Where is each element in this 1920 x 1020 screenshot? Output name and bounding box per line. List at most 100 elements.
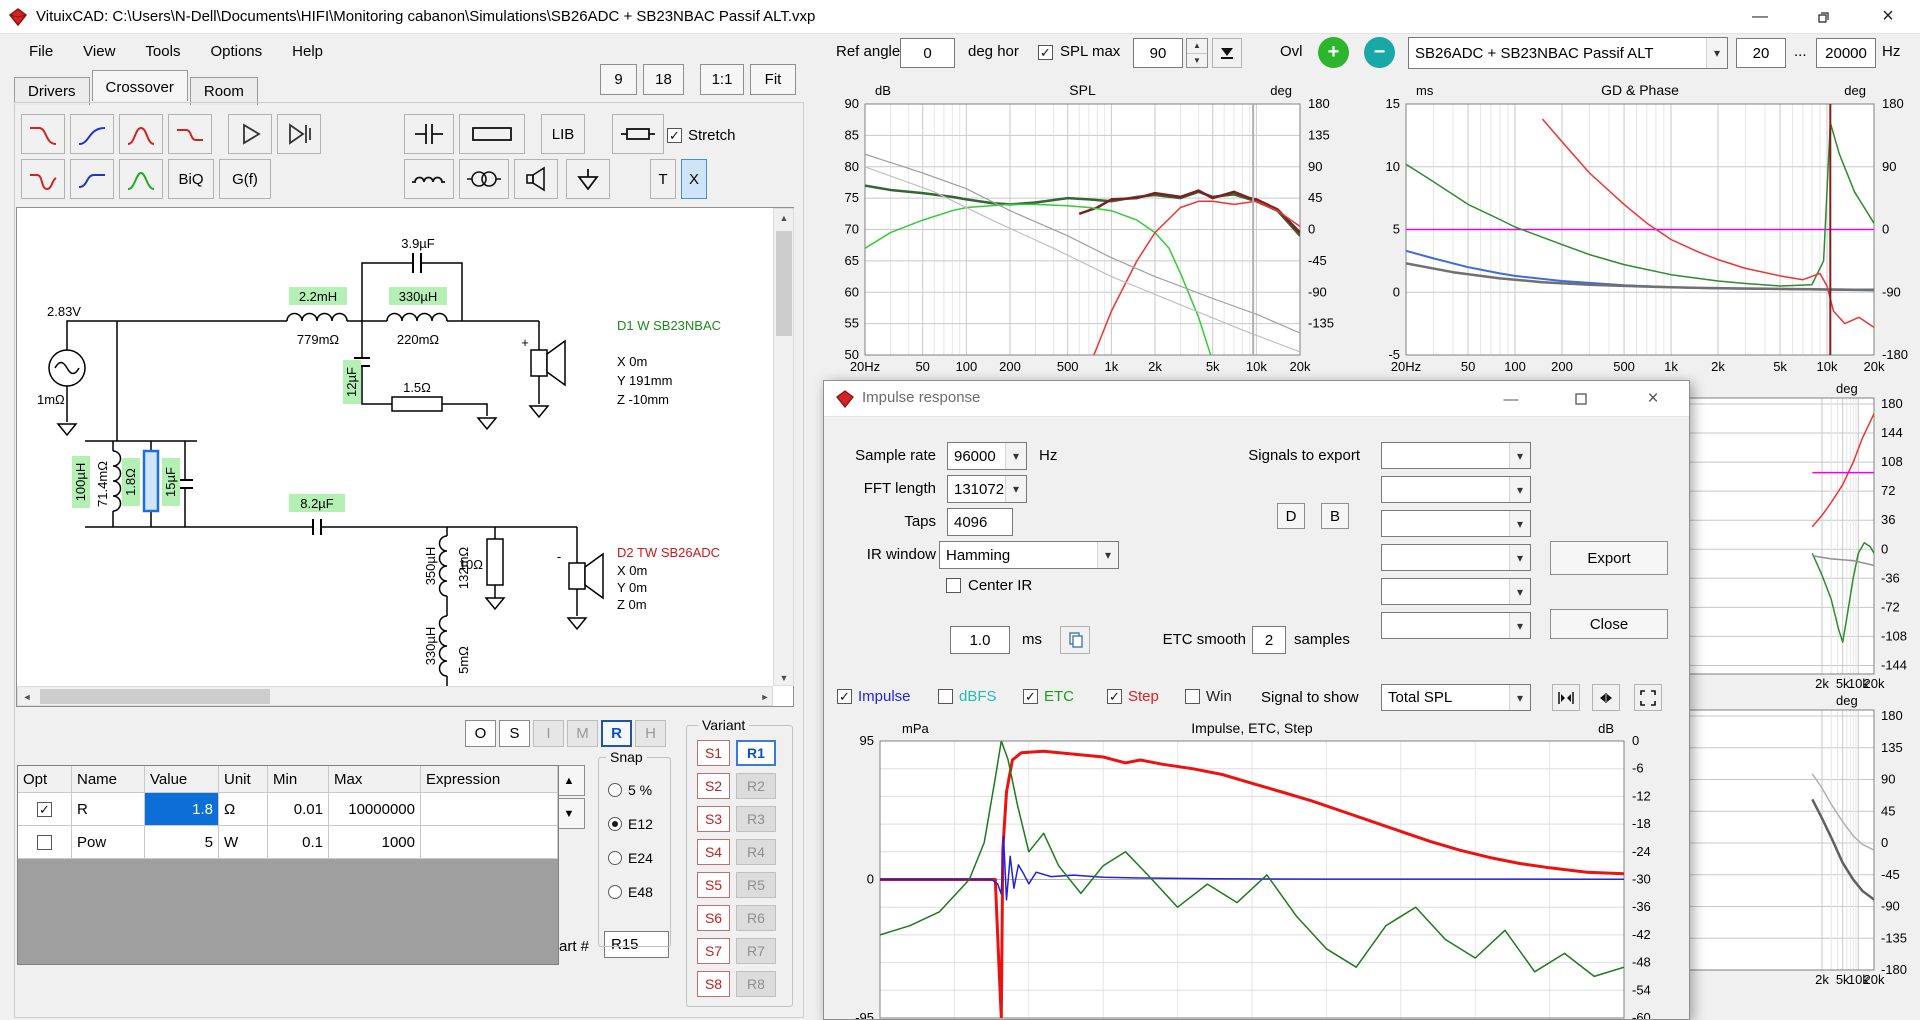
- delay-block-button[interactable]: [277, 114, 321, 154]
- tab-room[interactable]: Room: [190, 77, 258, 105]
- restore-button[interactable]: [1792, 0, 1856, 33]
- variant-s-button-s8[interactable]: S8: [697, 971, 730, 997]
- resistor-10ohm[interactable]: [487, 539, 503, 585]
- driver-d2-symbol[interactable]: [569, 554, 603, 598]
- menu-file[interactable]: File: [14, 34, 68, 70]
- combo-arrow-icon[interactable]: ▾: [1509, 477, 1530, 502]
- table-cell-min-row1[interactable]: 0.1: [268, 826, 329, 859]
- toggle-step-checkbox[interactable]: ✓: [1107, 689, 1122, 704]
- close-button[interactable]: ×: [1856, 0, 1920, 33]
- highpass-block-button[interactable]: [70, 114, 114, 154]
- hscroll-thumb[interactable]: [40, 689, 270, 704]
- driver-button[interactable]: [514, 159, 558, 199]
- dialog-close-button[interactable]: ×: [1636, 386, 1670, 412]
- resistor-button[interactable]: [459, 114, 525, 154]
- combo-arrow-icon[interactable]: ▾: [1509, 443, 1530, 468]
- schematic-vscrollbar[interactable]: ▲ ▼: [773, 208, 794, 686]
- transfer-function-button[interactable]: G(f): [219, 159, 271, 199]
- table-cell-value-row1[interactable]: 5: [145, 826, 219, 859]
- tab-drivers[interactable]: Drivers: [14, 77, 90, 105]
- ir-delay-input[interactable]: 1.0: [950, 626, 1010, 654]
- ir-window-combo[interactable]: Hamming▾: [939, 541, 1119, 569]
- signal-to-show-combo[interactable]: Total SPL▾: [1381, 684, 1531, 711]
- dialog-minimize-button[interactable]: —: [1494, 386, 1528, 412]
- dialog-maximize-button[interactable]: [1564, 386, 1598, 412]
- schematic-hscrollbar[interactable]: ◄ ►: [17, 686, 773, 706]
- menu-tools[interactable]: Tools: [130, 34, 195, 70]
- export-button[interactable]: Export: [1550, 541, 1668, 575]
- combo-arrow-icon[interactable]: ▾: [1509, 511, 1530, 536]
- auto-scale-button[interactable]: [1212, 38, 1242, 68]
- spl-max-checkbox[interactable]: ✓: [1038, 45, 1053, 60]
- combo-arrow-icon[interactable]: ▾: [1509, 545, 1530, 570]
- mode-button-r[interactable]: R: [601, 720, 632, 747]
- table-cell-value-row0[interactable]: 1.8: [145, 793, 219, 826]
- export-signal-combo-6[interactable]: ▾: [1381, 612, 1531, 639]
- zoom-button-1-1[interactable]: 1:1: [700, 64, 744, 95]
- sample-rate-combo[interactable]: 96000▾: [947, 442, 1027, 470]
- taps-input[interactable]: 4096: [947, 508, 1013, 536]
- toggle-etc-checkbox[interactable]: ✓: [1023, 689, 1038, 704]
- variant-s-button-s4[interactable]: S4: [697, 839, 730, 865]
- table-cell-opt-row1[interactable]: [18, 826, 72, 859]
- remove-overlay-button[interactable]: −: [1364, 37, 1395, 68]
- scroll-down-icon[interactable]: ▼: [774, 669, 794, 687]
- snap-option-e48[interactable]: E48: [608, 884, 668, 902]
- toggle-dbfs-checkbox[interactable]: [938, 689, 953, 704]
- export-b-button[interactable]: B: [1321, 503, 1349, 529]
- inductor-2-2mH[interactable]: [287, 314, 347, 322]
- combo-arrow-icon[interactable]: ▾: [1706, 38, 1727, 68]
- table-cell-name-row1[interactable]: Pow: [72, 826, 145, 859]
- delete-tool-button[interactable]: X: [681, 159, 707, 199]
- combo-arrow-icon[interactable]: ▾: [1509, 685, 1530, 710]
- spl-max-spinner[interactable]: ▲ ▼: [1186, 38, 1208, 68]
- variant-s-button-s1[interactable]: S1: [697, 740, 730, 766]
- export-signal-combo-2[interactable]: ▾: [1381, 476, 1531, 503]
- radio-e24[interactable]: [608, 851, 622, 865]
- export-signal-combo-5[interactable]: ▾: [1381, 578, 1531, 605]
- mode-button-s[interactable]: S: [499, 720, 530, 747]
- table-cell-expression-row1[interactable]: [421, 826, 558, 859]
- snap-option-e24[interactable]: E24: [608, 850, 668, 868]
- bandpass-block-button[interactable]: [119, 114, 163, 154]
- variant-s-button-s3[interactable]: S3: [697, 806, 730, 832]
- opt-checkbox-row0[interactable]: ✓: [37, 802, 52, 817]
- table-cell-opt-row0[interactable]: ✓: [18, 793, 72, 826]
- peak-block-button[interactable]: [119, 159, 163, 199]
- vscroll-thumb[interactable]: [776, 231, 792, 336]
- export-d-button[interactable]: D: [1277, 503, 1305, 529]
- tab-crossover[interactable]: Crossover: [92, 70, 188, 101]
- export-signal-combo-4[interactable]: ▾: [1381, 544, 1531, 571]
- menu-options[interactable]: Options: [195, 34, 277, 70]
- capacitor-3-9uF[interactable]: [413, 253, 421, 273]
- shelf-block-button[interactable]: [168, 114, 212, 154]
- mode-button-o[interactable]: O: [465, 720, 496, 747]
- snap-option-5%[interactable]: 5 %: [608, 782, 668, 800]
- zoom-button-18[interactable]: 18: [643, 64, 684, 95]
- fft-length-combo[interactable]: 131072▾: [947, 475, 1027, 503]
- resistor-series-button[interactable]: [612, 114, 664, 154]
- lowpass2-button[interactable]: [21, 159, 65, 199]
- combo-arrow-icon[interactable]: ▾: [1097, 542, 1118, 568]
- snap-option-e12[interactable]: E12: [608, 816, 668, 834]
- scroll-left-icon[interactable]: ◄: [18, 687, 36, 707]
- variant-s-button-s6[interactable]: S6: [697, 905, 730, 931]
- inductor-330uH[interactable]: [387, 314, 447, 322]
- inductor-100uH[interactable]: [113, 451, 121, 511]
- freq-max-input[interactable]: 20000: [1816, 38, 1876, 68]
- table-cell-unit-row0[interactable]: Ω: [219, 793, 268, 826]
- inductor-button[interactable]: [404, 159, 454, 199]
- scroll-right-icon[interactable]: ►: [756, 687, 774, 707]
- etc-smooth-input[interactable]: 2: [1252, 626, 1286, 654]
- table-cell-expression-row0[interactable]: [421, 793, 558, 826]
- opt-checkbox-row1[interactable]: [37, 835, 52, 850]
- export-signal-combo-3[interactable]: ▾: [1381, 510, 1531, 537]
- freq-min-input[interactable]: 20: [1736, 38, 1786, 68]
- combo-arrow-icon[interactable]: ▾: [1509, 579, 1530, 604]
- variant-s-button-s5[interactable]: S5: [697, 872, 730, 898]
- capacitor-8-2uF[interactable]: [313, 519, 321, 535]
- scroll-up-icon[interactable]: ▲: [774, 209, 794, 227]
- project-combo[interactable]: SB26ADC + SB23NBAC Passif ALT ▾: [1408, 37, 1728, 69]
- stretch-checkbox[interactable]: ✓: [667, 128, 682, 143]
- radio-e12[interactable]: [608, 817, 622, 831]
